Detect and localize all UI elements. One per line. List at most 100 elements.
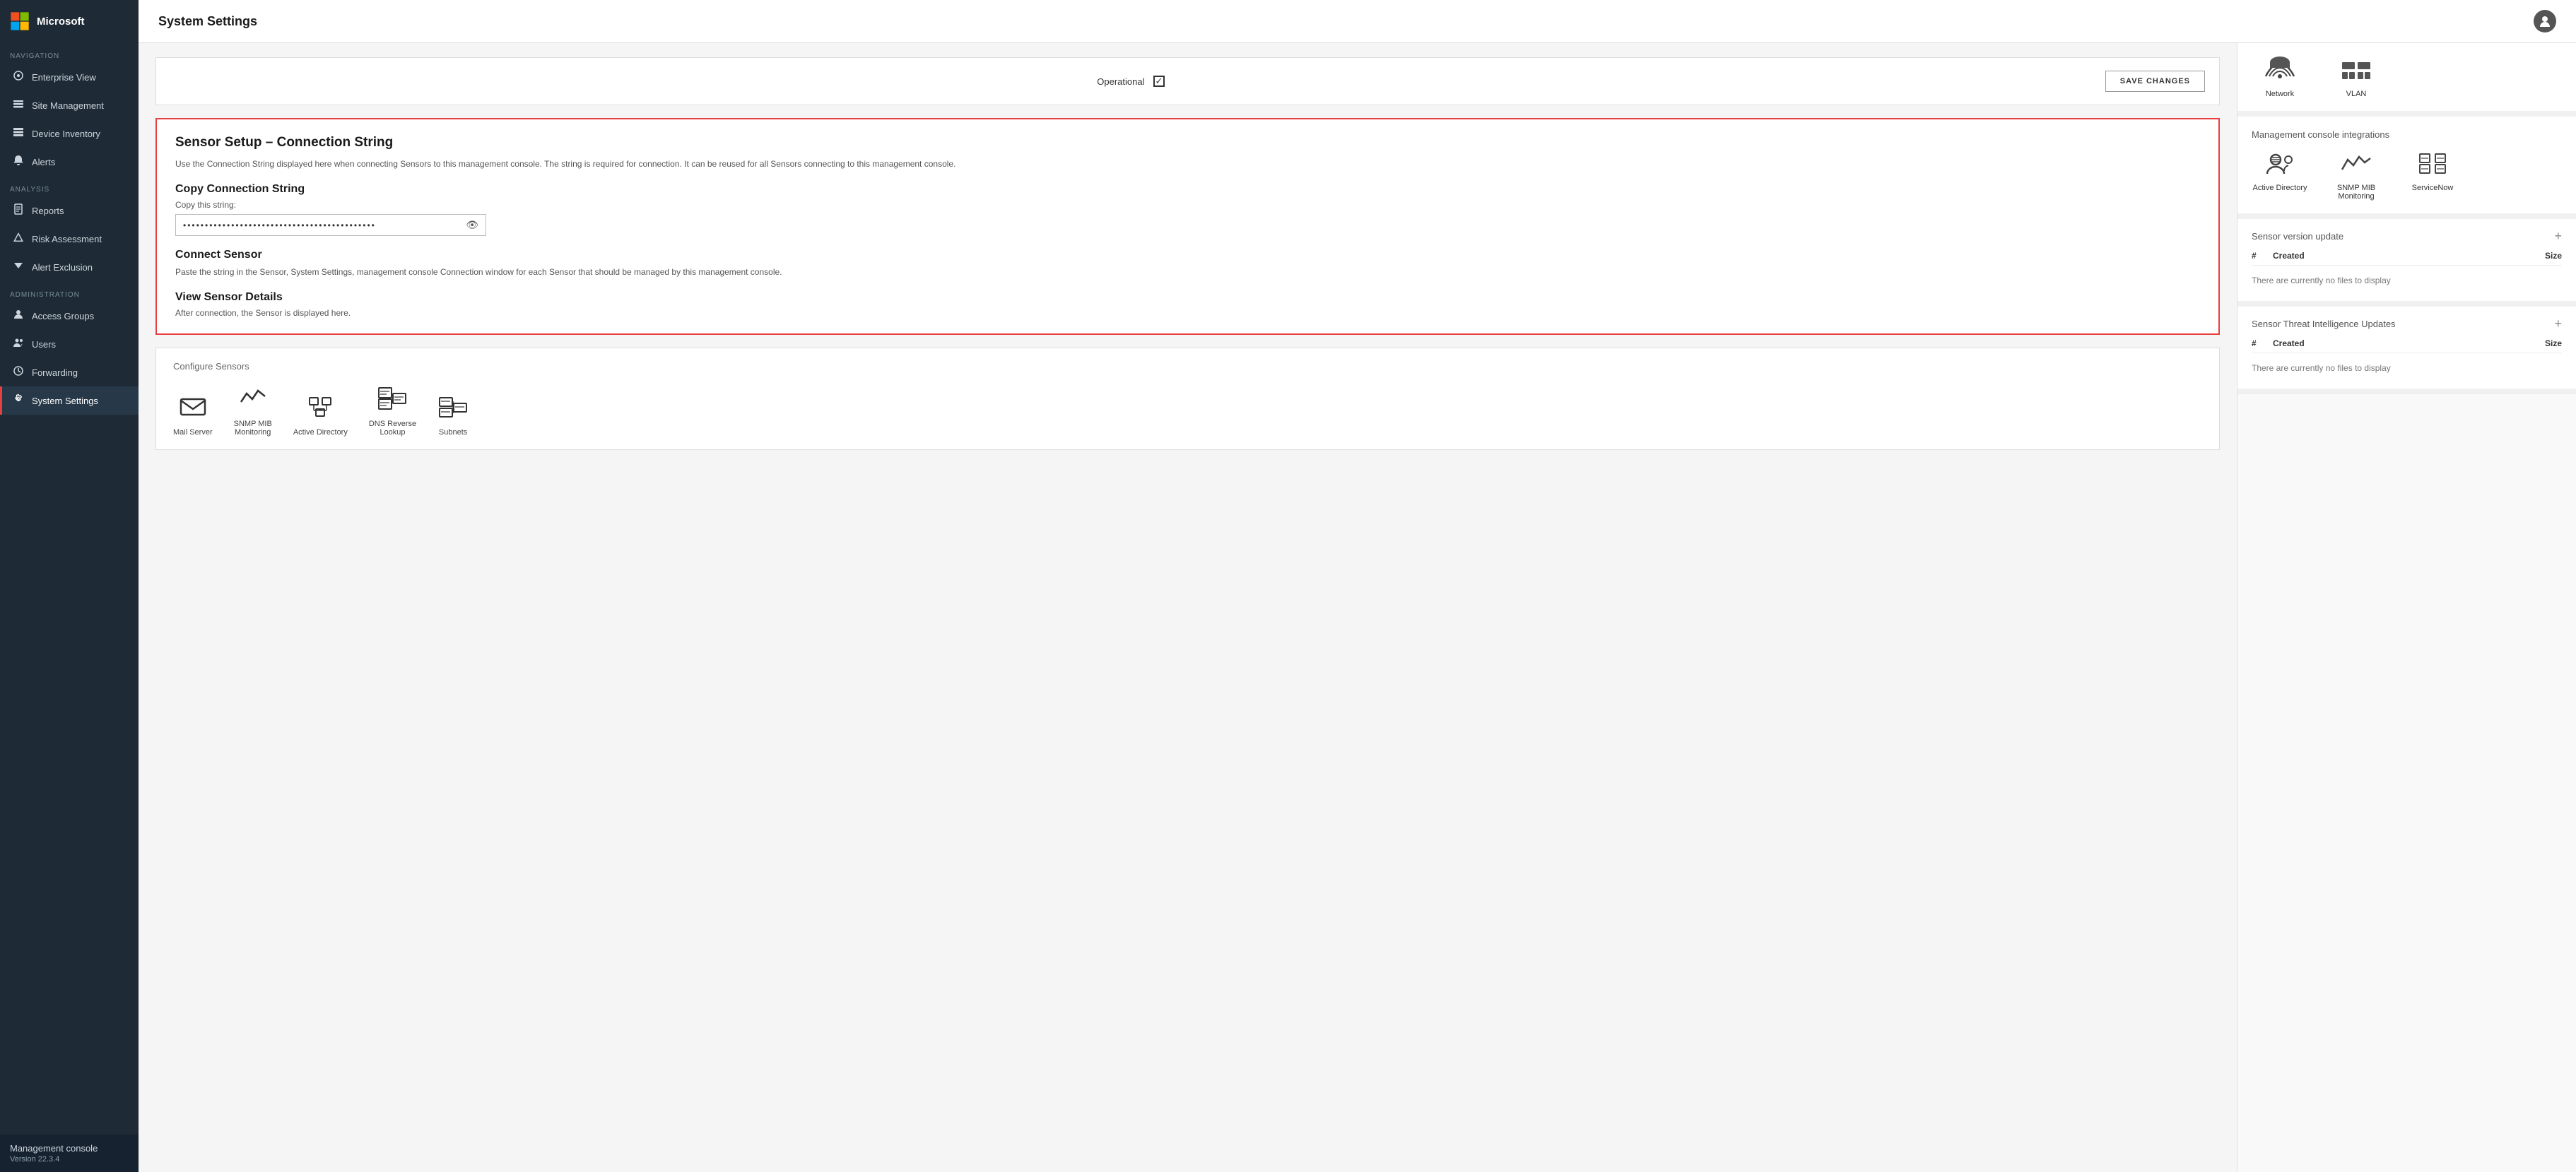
servicenow-label: ServiceNow: [2412, 184, 2454, 192]
sensor-version-expand-icon[interactable]: +: [2554, 229, 2562, 244]
servicenow-integration[interactable]: ServiceNow: [2404, 150, 2461, 201]
sidebar-item-system-settings[interactable]: System Settings: [0, 386, 139, 415]
integrations-icons: Active Directory SNMP MIB Monitoring: [2252, 150, 2562, 201]
network-item[interactable]: Network: [2252, 56, 2308, 98]
sidebar-item-alert-exclusion[interactable]: Alert Exclusion: [0, 253, 139, 281]
copy-connection-title: Copy Connection String: [175, 183, 2200, 196]
configure-subnets[interactable]: Subnets: [437, 391, 469, 437]
network-label: Network: [2266, 90, 2294, 98]
sidebar-bottom: Management console Version 22.3.4: [0, 1135, 139, 1172]
configure-dns-reverse[interactable]: DNS Reverse Lookup: [369, 383, 416, 437]
sidebar-item-access-groups[interactable]: Access Groups: [0, 302, 139, 330]
sidebar-item-label: Risk Assessment: [32, 234, 102, 244]
center-panel: Operational SAVE CHANGES Sensor Setup – …: [139, 43, 2237, 1172]
sidebar-item-device-inventory[interactable]: Device Inventory: [0, 119, 139, 148]
alert-exclusion-icon: [12, 260, 25, 274]
sensor-version-title: Sensor version update: [2252, 231, 2343, 242]
configure-mail-server[interactable]: Mail Server: [173, 391, 213, 437]
sidebar-item-label: Enterprise View: [32, 72, 96, 83]
nav-section-label: NAVIGATION: [0, 42, 139, 63]
top-bar: System Settings: [139, 0, 2576, 43]
sidebar-item-label: Reports: [32, 206, 64, 216]
sensor-setup-title: Sensor Setup – Connection String: [175, 135, 2200, 150]
configure-sensors-card: Configure Sensors Mail Server: [155, 348, 2220, 450]
operational-row: Operational: [170, 76, 2091, 87]
connect-description: Paste the string in the Sensor, System S…: [175, 266, 2200, 278]
sidebar-item-users[interactable]: Users: [0, 330, 139, 358]
microsoft-logo-icon: [10, 11, 30, 31]
sidebar-item-enterprise-view[interactable]: Enterprise View: [0, 63, 139, 91]
snmp-mib-icon: [237, 383, 269, 414]
connection-string-input[interactable]: [183, 220, 466, 230]
risk-assessment-icon: [12, 232, 25, 246]
sensor-version-section: Sensor version update + # Created Size T…: [2237, 219, 2576, 307]
subnets-label: Subnets: [439, 428, 467, 437]
save-changes-button[interactable]: SAVE CHANGES: [2105, 71, 2205, 92]
right-panel: Network: [2237, 43, 2576, 1172]
alerts-icon: [12, 155, 25, 169]
active-directory-label: Active Directory: [293, 428, 348, 437]
sensor-version-cols: # Created Size: [2252, 251, 2562, 266]
analysis-section-label: ANALYSIS: [0, 176, 139, 196]
main-area: System Settings Operational SAVE CHANGES…: [139, 0, 2576, 1172]
content-area: Operational SAVE CHANGES Sensor Setup – …: [139, 43, 2576, 1172]
servicenow-icon: [2414, 150, 2451, 178]
integrations-title: Management console integrations: [2252, 129, 2562, 140]
sidebar: Microsoft NAVIGATION Enterprise View Sit…: [0, 0, 139, 1172]
sidebar-item-reports[interactable]: Reports: [0, 196, 139, 225]
enterprise-view-icon: [12, 70, 25, 84]
sensor-version-header: Sensor version update +: [2252, 229, 2562, 244]
network-icon: [2262, 56, 2298, 84]
sidebar-item-alerts[interactable]: Alerts: [0, 148, 139, 176]
threat-size-col: Size: [2505, 338, 2562, 348]
sidebar-item-risk-assessment[interactable]: Risk Assessment: [0, 225, 139, 253]
view-description: After connection, the Sensor is displaye…: [175, 308, 2200, 318]
show-password-icon[interactable]: 👁: [466, 219, 478, 231]
hash-col: #: [2252, 251, 2273, 261]
system-settings-icon: [12, 393, 25, 408]
configure-icons-row: Mail Server SNMP MIB Monitoring: [173, 383, 2202, 437]
snmp-mib-integration[interactable]: SNMP MIB Monitoring: [2328, 150, 2384, 201]
sidebar-item-label: Users: [32, 339, 56, 350]
access-groups-icon: [12, 309, 25, 323]
sidebar-item-forwarding[interactable]: Forwarding: [0, 358, 139, 386]
sidebar-item-label: Access Groups: [32, 311, 94, 321]
sensor-threat-section: Sensor Threat Intelligence Updates + # C…: [2237, 307, 2576, 394]
configure-sensors-title: Configure Sensors: [173, 361, 2202, 372]
mail-server-label: Mail Server: [173, 428, 213, 437]
vlan-icon: [2338, 56, 2375, 84]
vlan-item[interactable]: VLAN: [2328, 56, 2384, 98]
forwarding-icon: [12, 365, 25, 379]
connection-string-row: 👁: [175, 214, 486, 236]
sensor-setup-card: Sensor Setup – Connection String Use the…: [155, 118, 2220, 335]
management-console-label: Management console: [10, 1143, 129, 1154]
configure-snmp-mib[interactable]: SNMP MIB Monitoring: [234, 383, 272, 437]
created-col: Created: [2273, 251, 2505, 261]
threat-created-col: Created: [2273, 338, 2505, 348]
active-directory-right-icon: [2262, 150, 2298, 178]
snmp-mib-label: SNMP MIB Monitoring: [234, 420, 272, 437]
operational-label: Operational: [1097, 76, 1144, 87]
sidebar-item-site-management[interactable]: Site Management: [0, 91, 139, 119]
view-sensor-title: View Sensor Details: [175, 291, 2200, 304]
dns-reverse-label: DNS Reverse Lookup: [369, 420, 416, 437]
administration-section-label: ADMINISTRATION: [0, 281, 139, 302]
user-avatar[interactable]: [2534, 10, 2556, 32]
sensor-setup-description: Use the Connection String displayed here…: [175, 158, 2200, 170]
active-directory-integration[interactable]: Active Directory: [2252, 150, 2308, 201]
mail-server-icon: [177, 391, 208, 422]
operational-checkbox[interactable]: [1153, 76, 1165, 87]
dns-reverse-icon: [377, 383, 408, 414]
size-col: Size: [2505, 251, 2562, 261]
device-inventory-icon: [12, 126, 25, 141]
snmp-mib-integration-label: SNMP MIB Monitoring: [2337, 184, 2375, 201]
configure-active-directory[interactable]: Active Directory: [293, 391, 348, 437]
site-management-icon: [12, 98, 25, 112]
version-label: Version 22.3.4: [10, 1155, 129, 1164]
snmp-mib-right-icon: [2338, 150, 2375, 178]
sidebar-item-label: Forwarding: [32, 367, 78, 378]
sidebar-item-label: Alerts: [32, 157, 55, 167]
sidebar-item-label: System Settings: [32, 396, 98, 406]
sensor-threat-header: Sensor Threat Intelligence Updates +: [2252, 316, 2562, 331]
sensor-threat-expand-icon[interactable]: +: [2554, 316, 2562, 331]
